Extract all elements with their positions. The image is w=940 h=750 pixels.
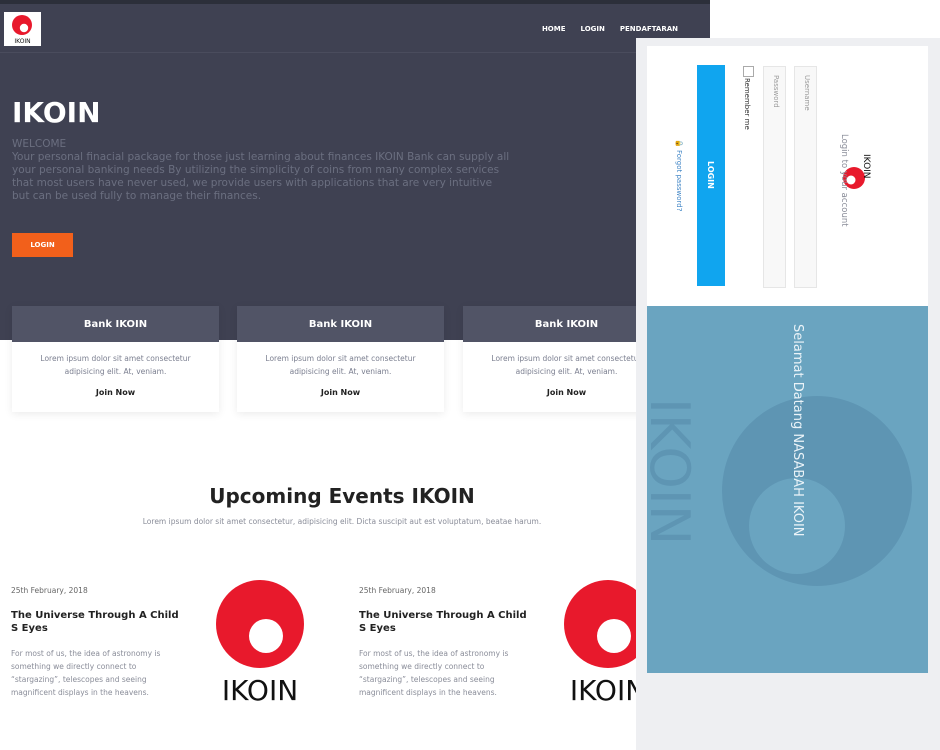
login-panel: IKOIN Login to your account Username Pas… (636, 38, 940, 750)
events-title: Upcoming Events IKOIN (209, 484, 475, 508)
svg-text:IKOIN: IKOIN (647, 398, 701, 545)
event-item: 25th February, 2018 The Universe Through… (359, 586, 529, 699)
login-heading: Login to your account (839, 134, 849, 227)
main-nav: HOME LOGIN PENDAFTARAN (542, 25, 678, 33)
events-subtitle: Lorem ipsum dolor sit amet consectetur, … (142, 517, 542, 526)
event-title[interactable]: The Universe Through A Child S Eyes (11, 609, 181, 635)
welcome-banner: IKOIN Selamat Datang NASABAH IKOIN (647, 306, 928, 673)
login-logo-text: IKOIN (861, 154, 871, 179)
website-page: IKOIN HOME LOGIN PENDAFTARAN IKOIN WELCO… (0, 0, 710, 750)
ikoin-logo-icon: IKOIN (12, 15, 32, 45)
remember-label: Remember me (743, 78, 751, 130)
event-text: For most of us, the idea of astronomy is… (359, 649, 509, 697)
hero-login-button[interactable]: LOGIN (12, 233, 73, 257)
forgot-password-label: Forgot password? (675, 149, 683, 212)
nav-home[interactable]: HOME (542, 25, 566, 33)
event-title[interactable]: The Universe Through A Child S Eyes (359, 609, 529, 635)
hero-title: IKOIN (12, 96, 101, 129)
nav-logo[interactable]: IKOIN (4, 12, 41, 46)
svg-text:IKOIN: IKOIN (570, 674, 646, 707)
lock-icon: 🔒 (675, 139, 683, 148)
event-text: For most of us, the idea of astronomy is… (11, 649, 161, 697)
login-button-label: LOGIN (706, 161, 715, 189)
join-now-link[interactable]: Join Now (12, 388, 219, 397)
event-date: 25th February, 2018 (359, 586, 436, 595)
login-card: IKOIN Login to your account Username Pas… (647, 46, 928, 673)
nav-login[interactable]: LOGIN (581, 25, 605, 33)
welcome-text: Selamat Datang NASABAH IKOIN (790, 324, 805, 537)
hero-welcome: WELCOME (12, 138, 67, 150)
card-title: Bank IKOIN (237, 306, 444, 342)
hero-section: IKOIN HOME LOGIN PENDAFTARAN IKOIN WELCO… (0, 4, 710, 340)
card-text: Lorem ipsum dolor sit amet consectetur a… (265, 354, 416, 376)
nav-divider (0, 52, 710, 53)
ikoin-watermark-icon: IKOIN (647, 396, 912, 586)
hero-description: Your personal finacial package for those… (12, 151, 510, 202)
svg-text:IKOIN: IKOIN (222, 674, 298, 707)
join-now-link[interactable]: Join Now (237, 388, 444, 397)
password-placeholder: Password (772, 75, 780, 108)
svg-text:IKOIN: IKOIN (14, 38, 30, 45)
nav-pendaftaran[interactable]: PENDAFTARAN (620, 25, 678, 33)
ikoin-logo-icon: IKOIN (216, 580, 304, 707)
forgot-password-link[interactable]: 🔒 Forgot password? (675, 139, 683, 211)
feature-card: Bank IKOIN Lorem ipsum dolor sit amet co… (237, 306, 444, 412)
event-item: 25th February, 2018 The Universe Through… (11, 586, 181, 699)
password-field[interactable]: Password (763, 66, 786, 288)
event-date: 25th February, 2018 (11, 586, 88, 595)
remember-checkbox[interactable] (743, 66, 754, 77)
username-placeholder: Username (803, 75, 811, 111)
login-submit-button[interactable]: LOGIN (697, 65, 725, 286)
card-text: Lorem ipsum dolor sit amet consectetur a… (40, 354, 191, 376)
feature-card: Bank IKOIN Lorem ipsum dolor sit amet co… (12, 306, 219, 412)
login-form-area: IKOIN Login to your account Username Pas… (647, 46, 928, 306)
username-field[interactable]: Username (794, 66, 817, 288)
card-title: Bank IKOIN (12, 306, 219, 342)
